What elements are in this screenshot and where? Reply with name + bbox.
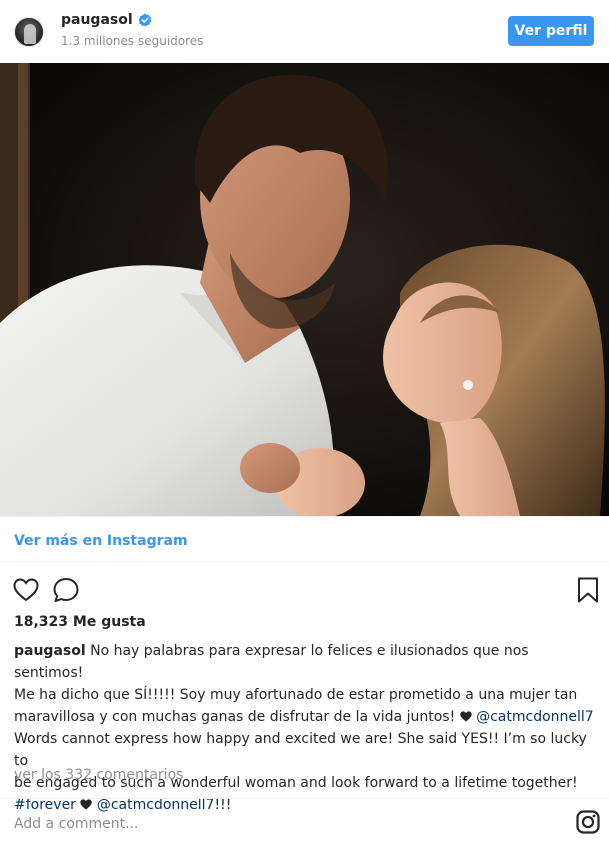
likes-count[interactable]: 18,323 Me gusta xyxy=(14,614,146,630)
followers-count: 1.3 millones seguidores xyxy=(61,34,204,48)
heart-icon xyxy=(80,799,93,810)
heart-icon xyxy=(459,711,472,722)
username[interactable]: paugasol xyxy=(61,12,133,28)
verified-badge-icon xyxy=(138,13,152,27)
divider xyxy=(0,561,609,562)
view-more-link[interactable]: Ver más en Instagram xyxy=(14,533,188,549)
hashtag-link[interactable]: #forever xyxy=(14,797,76,813)
couple-photo xyxy=(0,63,609,516)
avatar[interactable] xyxy=(14,17,44,47)
bookmark-icon[interactable] xyxy=(574,576,602,604)
action-bar xyxy=(0,572,609,608)
mention-link[interactable]: @catmcdonnell7 xyxy=(476,709,594,725)
username-row: paugasol xyxy=(61,12,152,28)
divider xyxy=(0,798,609,799)
caption-text: !!! xyxy=(214,797,232,813)
view-comments-link[interactable]: ver los 332 comentarios xyxy=(14,767,183,783)
post-caption: paugasol No hay palabras para expresar l… xyxy=(14,640,599,816)
caption-text: No hay palabras para expresar lo felices… xyxy=(14,643,529,681)
comment-icon[interactable] xyxy=(52,576,80,604)
caption-text: maravillosa y con muchas ganas de disfru… xyxy=(14,709,456,725)
mention-link[interactable]: @catmcdonnell7 xyxy=(97,797,215,813)
post-image[interactable] xyxy=(0,63,609,516)
add-comment-input[interactable]: Add a comment... xyxy=(14,816,138,832)
caption-username[interactable]: paugasol xyxy=(14,643,86,659)
instagram-icon[interactable] xyxy=(576,810,600,834)
post-header: paugasol 1.3 millones seguidores Ver per… xyxy=(0,0,609,63)
view-profile-button[interactable]: Ver perfil xyxy=(508,16,594,46)
heart-outline-icon[interactable] xyxy=(12,576,40,604)
caption-text: Me ha dicho que SÍ!!!!! Soy muy afortuna… xyxy=(14,687,578,703)
divider xyxy=(0,516,609,517)
caption-text: Words cannot express how happy and excit… xyxy=(14,731,587,769)
